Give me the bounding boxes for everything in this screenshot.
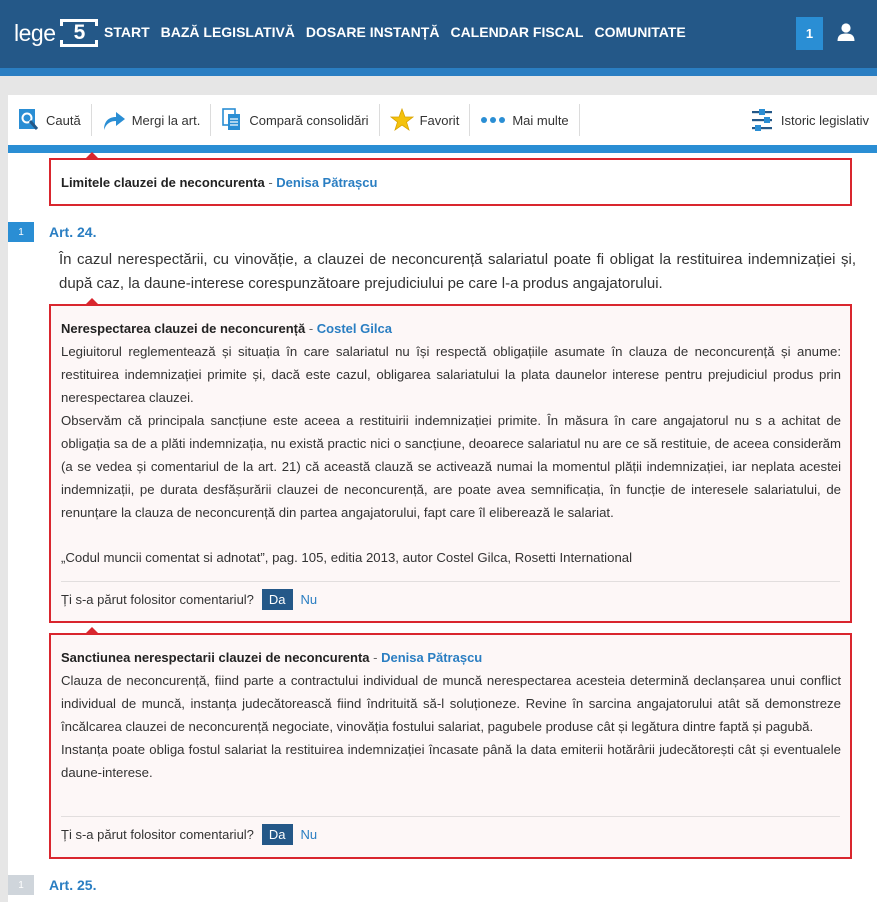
comment-body: Legiuitorul reglementează și situația în…	[61, 340, 841, 524]
search-icon	[19, 109, 39, 130]
favorite-button[interactable]: Favorit	[380, 104, 471, 136]
comment-source: „Codul muncii comentat si adnotat”, pag.…	[61, 550, 633, 565]
comment-divider	[61, 581, 840, 582]
comment-header: Nerespectarea clauzei de neconcurență - …	[61, 321, 392, 336]
search-label: Caută	[46, 112, 81, 128]
comment-divider	[61, 816, 840, 817]
nav-comunitate[interactable]: COMUNITATE	[594, 24, 685, 40]
compare-button[interactable]: Compară consolidări	[211, 104, 380, 136]
compare-label: Compară consolidări	[249, 112, 369, 128]
dots-icon	[481, 117, 506, 123]
goto-label: Mergi la art.	[131, 112, 201, 128]
document-toolbar: Caută Mergi la art. Compară consolidări …	[8, 95, 877, 145]
feedback-row: Ți s-a părut folositor comentariul? Da N…	[61, 824, 317, 845]
timeline-icon	[751, 109, 772, 131]
comment-title: Sanctiunea nerespectarii clauzei de neco…	[61, 650, 370, 665]
main-nav: START BAZĂ LEGISLATIVĂ DOSARE INSTANȚĂ C…	[104, 24, 697, 40]
search-button[interactable]: Caută	[8, 104, 92, 136]
comment-separator: -	[264, 175, 277, 190]
article-badge[interactable]: 1	[8, 222, 34, 242]
comment-author[interactable]: Denisa Pătrașcu	[381, 650, 482, 665]
nav-calendar-fiscal[interactable]: CALENDAR FISCAL	[450, 24, 583, 40]
history-label: Istoric legislativ	[780, 112, 869, 128]
comment-separator: -	[369, 650, 382, 665]
article-title[interactable]: Art. 24.	[49, 224, 96, 240]
article-title[interactable]: Art. 25.	[49, 877, 96, 893]
comment-header: Sanctiunea nerespectarii clauzei de neco…	[61, 650, 482, 665]
comment-body: Clauza de neconcurență, fiind parte a co…	[61, 669, 841, 784]
comment-separator: -	[305, 321, 317, 336]
feedback-yes-button[interactable]: Da	[261, 589, 293, 610]
top-navigation-bar: lege 5 START BAZĂ LEGISLATIVĂ DOSARE INS…	[0, 0, 877, 68]
comment-paragraph: Legiuitorul reglementează și situația în…	[61, 344, 841, 405]
header-stripe	[0, 68, 877, 76]
feedback-yes-button[interactable]: Da	[261, 824, 293, 845]
documents-icon	[222, 108, 241, 130]
site-logo[interactable]: lege 5	[14, 18, 99, 48]
comment-notch	[85, 627, 99, 634]
comment-paragraph: Instanța poate obliga fostul salariat la…	[61, 742, 841, 780]
comment-paragraph: Observăm că principala sancțiune este ac…	[61, 413, 841, 520]
nav-start[interactable]: START	[104, 24, 150, 40]
more-label: Mai multe	[512, 112, 569, 128]
feedback-row: Ți s-a părut folositor comentariul? Da N…	[61, 589, 317, 610]
favorite-label: Favorit	[419, 112, 460, 128]
goto-article-button[interactable]: Mergi la art.	[92, 104, 212, 136]
feedback-no-button[interactable]: Nu	[301, 592, 318, 607]
comment-box-top: Limitele clauzei de neconcurenta - Denis…	[49, 152, 852, 206]
comment-author[interactable]: Costel Gilca	[317, 321, 392, 336]
article-badge[interactable]: 1	[8, 875, 34, 895]
toolbar-accent-bar	[8, 145, 877, 153]
comment-title: Nerespectarea clauzei de neconcurență	[61, 321, 306, 336]
comment-box: Sanctiunea nerespectarii clauzei de neco…	[49, 627, 852, 859]
comment-title: Limitele clauzei de neconcurenta	[61, 175, 265, 190]
logo-number: 5	[60, 19, 99, 47]
more-button[interactable]: Mai multe	[470, 104, 580, 136]
nav-baza-legislativa[interactable]: BAZĂ LEGISLATIVĂ	[161, 24, 295, 40]
star-icon	[389, 108, 414, 132]
feedback-question: Ți s-a părut folositor comentariul?	[61, 592, 254, 607]
user-icon[interactable]	[836, 22, 856, 42]
comment-header: Limitele clauzei de neconcurenta - Denis…	[61, 175, 377, 190]
notification-badge[interactable]: 1	[796, 17, 823, 50]
comment-box: Nerespectarea clauzei de neconcurență - …	[49, 298, 852, 623]
nav-dosare-instanta[interactable]: DOSARE INSTANȚĂ	[306, 24, 440, 40]
comment-paragraph: Clauza de neconcurență, fiind parte a co…	[61, 673, 841, 734]
comment-notch	[85, 298, 99, 305]
comment-notch	[85, 152, 99, 159]
feedback-no-button[interactable]: Nu	[301, 827, 318, 842]
arrow-icon	[103, 112, 125, 130]
comment-author[interactable]: Denisa Pătrașcu	[276, 175, 377, 190]
history-button[interactable]: Istoric legislativ	[751, 104, 869, 136]
content-panel: Caută Mergi la art. Compară consolidări …	[8, 95, 877, 902]
logo-text: lege	[14, 19, 56, 46]
article-text: În cazul nerespectării, cu vinovăție, a …	[59, 251, 856, 292]
feedback-question: Ți s-a părut folositor comentariul?	[61, 827, 254, 842]
